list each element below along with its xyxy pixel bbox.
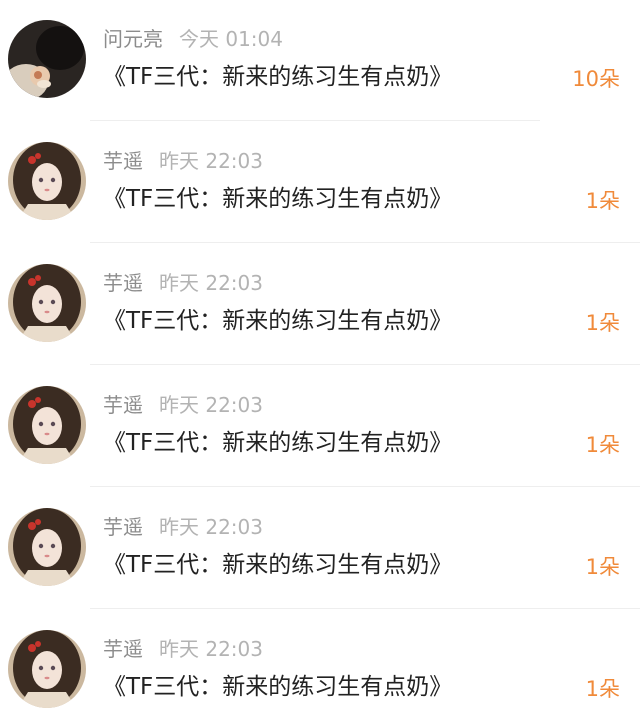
timestamp: 昨天 22:03 xyxy=(159,515,263,539)
list-item[interactable]: 芋遥 昨天 22:03 《TF三代：新来的练习生有点奶》 1朵 xyxy=(0,366,640,488)
timestamp: 昨天 22:03 xyxy=(159,271,263,295)
avatar[interactable] xyxy=(8,142,86,220)
avatar[interactable] xyxy=(8,630,86,708)
gift-record-list: 问元亮 今天 01:04 《TF三代：新来的练习生有点奶》 10朵 芋遥 昨天 22… xyxy=(0,0,640,725)
book-title[interactable]: 《TF三代：新来的练习生有点奶》 xyxy=(103,670,452,704)
girl-avatar-icon xyxy=(8,386,86,464)
timestamp: 今天 01:04 xyxy=(179,27,283,51)
username[interactable]: 芋遥 xyxy=(103,637,143,661)
list-item[interactable]: 芋遥 昨天 22:03 《TF三代：新来的练习生有点奶》 1朵 xyxy=(0,610,640,725)
username[interactable]: 芋遥 xyxy=(103,393,143,417)
gift-amount: 1朵 xyxy=(585,433,620,457)
item-meta: 芋遥 昨天 22:03 xyxy=(103,634,263,664)
timestamp: 昨天 22:03 xyxy=(159,149,263,173)
list-item[interactable]: 芋遥 昨天 22:03 《TF三代：新来的练习生有点奶》 1朵 xyxy=(0,244,640,366)
item-meta: 芋遥 昨天 22:03 xyxy=(103,390,263,420)
avatar[interactable] xyxy=(8,264,86,342)
gift-amount: 1朵 xyxy=(585,311,620,335)
item-meta: 问元亮 今天 01:04 xyxy=(103,24,283,54)
girl-avatar-icon xyxy=(8,630,86,708)
divider xyxy=(90,364,640,365)
list-item[interactable]: 芋遥 昨天 22:03 《TF三代：新来的练习生有点奶》 1朵 xyxy=(0,488,640,610)
divider xyxy=(90,486,640,487)
divider xyxy=(90,608,640,609)
timestamp: 昨天 22:03 xyxy=(159,637,263,661)
list-item[interactable]: 问元亮 今天 01:04 《TF三代：新来的练习生有点奶》 10朵 xyxy=(0,0,640,122)
timestamp: 昨天 22:03 xyxy=(159,393,263,417)
girl-avatar-icon xyxy=(8,508,86,586)
avatar[interactable] xyxy=(8,20,86,98)
gift-amount: 10朵 xyxy=(572,67,620,91)
list-item[interactable]: 芋遥 昨天 22:03 《TF三代：新来的练习生有点奶》 1朵 xyxy=(0,122,640,244)
username[interactable]: 问元亮 xyxy=(103,27,163,51)
book-title[interactable]: 《TF三代：新来的练习生有点奶》 xyxy=(103,426,452,460)
username[interactable]: 芋遥 xyxy=(103,149,143,173)
item-meta: 芋遥 昨天 22:03 xyxy=(103,146,263,176)
book-title[interactable]: 《TF三代：新来的练习生有点奶》 xyxy=(103,60,452,94)
dark-avatar-icon xyxy=(8,20,86,98)
divider xyxy=(90,242,640,243)
item-meta: 芋遥 昨天 22:03 xyxy=(103,512,263,542)
book-title[interactable]: 《TF三代：新来的练习生有点奶》 xyxy=(103,182,452,216)
gift-amount: 1朵 xyxy=(585,677,620,701)
divider xyxy=(90,120,540,121)
girl-avatar-icon xyxy=(8,264,86,342)
username[interactable]: 芋遥 xyxy=(103,271,143,295)
gift-amount: 1朵 xyxy=(585,555,620,579)
avatar[interactable] xyxy=(8,386,86,464)
book-title[interactable]: 《TF三代：新来的练习生有点奶》 xyxy=(103,304,452,338)
username[interactable]: 芋遥 xyxy=(103,515,143,539)
book-title[interactable]: 《TF三代：新来的练习生有点奶》 xyxy=(103,548,452,582)
girl-avatar-icon xyxy=(8,142,86,220)
item-meta: 芋遥 昨天 22:03 xyxy=(103,268,263,298)
gift-amount: 1朵 xyxy=(585,189,620,213)
avatar[interactable] xyxy=(8,508,86,586)
